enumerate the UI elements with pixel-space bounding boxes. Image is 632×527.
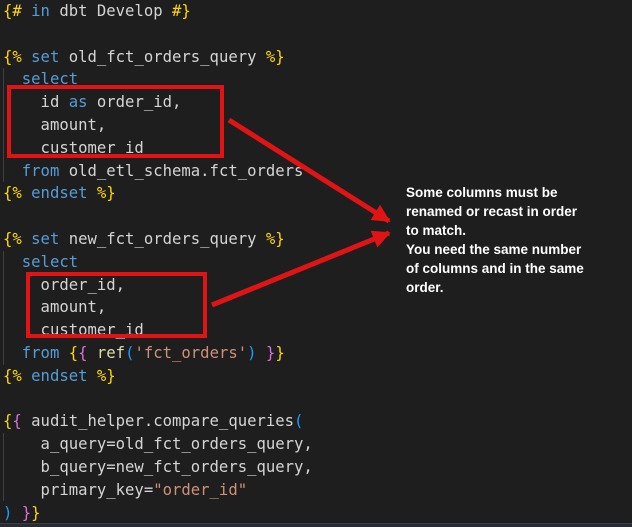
code-line: {% endset %} bbox=[3, 365, 313, 388]
annotation-line: renamed or recast in order bbox=[406, 202, 606, 221]
code-line: {% set new_fct_orders_query %} bbox=[3, 228, 313, 251]
code-line: {{ audit_helper.compare_queries( bbox=[3, 410, 313, 433]
annotation-note: Some columns must berenamed or recast in… bbox=[406, 183, 606, 297]
code-line: {% set old_fct_orders_query %} bbox=[3, 46, 313, 69]
indent-guide bbox=[3, 251, 4, 365]
code-line: from old_etl_schema.fct_orders bbox=[3, 160, 313, 183]
window-bottom-edge bbox=[0, 523, 632, 527]
indent-guide bbox=[3, 433, 4, 501]
indent-guide bbox=[3, 68, 4, 182]
code-line: select bbox=[3, 251, 313, 274]
code-editor-screenshot: {# in dbt Develop #} {% set old_fct_orde… bbox=[0, 0, 632, 527]
code-line: a_query=old_fct_orders_query, bbox=[3, 433, 313, 456]
annotation-line: Some columns must be bbox=[406, 183, 606, 202]
code-line: b_query=new_fct_orders_query, bbox=[3, 456, 313, 479]
annotation-line: of columns and in the same bbox=[406, 259, 606, 278]
highlight-box-old-columns bbox=[7, 85, 224, 158]
code-line: {# in dbt Develop #} bbox=[3, 0, 313, 23]
annotation-line: to match. bbox=[406, 221, 606, 240]
code-line: from {{ ref('fct_orders') }} bbox=[3, 342, 313, 365]
code-line: primary_key="order_id" bbox=[3, 479, 313, 502]
annotation-line: order. bbox=[406, 278, 606, 297]
code-line bbox=[3, 388, 313, 411]
code-line: {% endset %} bbox=[3, 182, 313, 205]
code-line bbox=[3, 205, 313, 228]
highlight-box-new-columns bbox=[26, 272, 207, 338]
annotation-line: You need the same number bbox=[406, 240, 606, 259]
code-editor[interactable]: {# in dbt Develop #} {% set old_fct_orde… bbox=[3, 0, 313, 524]
code-line: ) }} bbox=[3, 502, 313, 525]
code-line bbox=[3, 23, 313, 46]
